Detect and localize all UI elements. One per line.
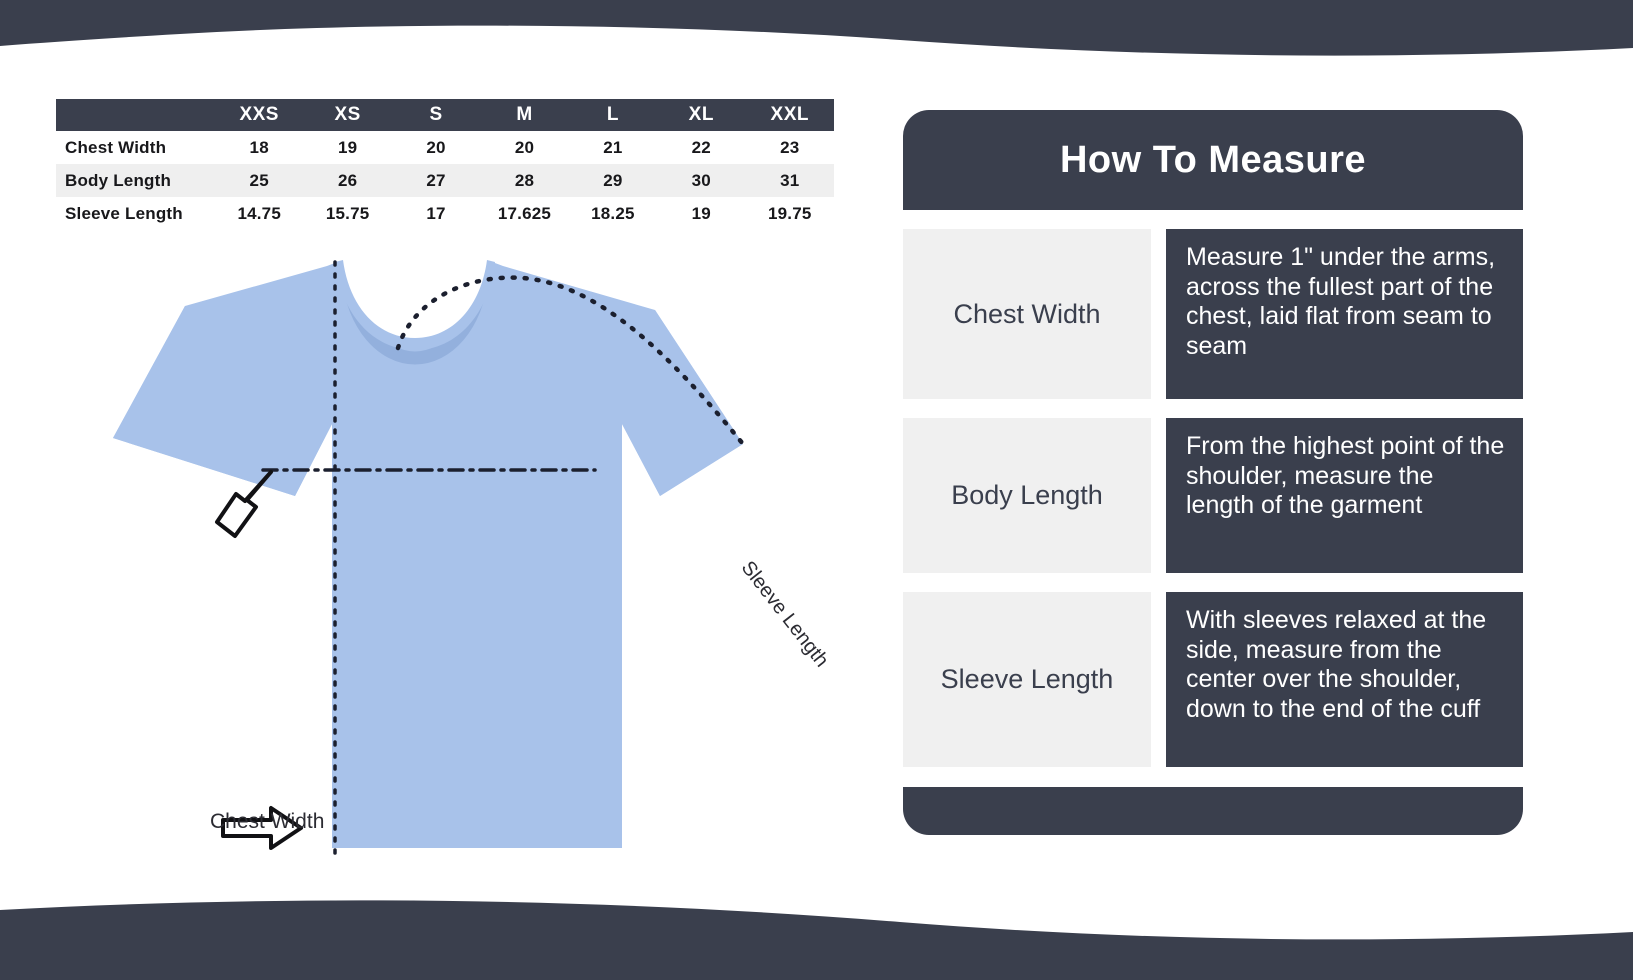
size-header-m: M bbox=[480, 99, 569, 131]
cell-chest-width-m: 20 bbox=[480, 131, 569, 164]
cell-body-length-xxs: 25 bbox=[215, 164, 304, 197]
size-header-xxs: XXS bbox=[215, 99, 304, 131]
measure-item-sleeve-length: Sleeve Length With sleeves relaxed at th… bbox=[903, 592, 1523, 767]
measure-description-sleeve-length: With sleeves relaxed at the side, measur… bbox=[1166, 592, 1523, 767]
cell-chest-width-xl: 22 bbox=[657, 131, 746, 164]
size-table-body: Chest Width 18 19 20 20 21 22 23 Body Le… bbox=[56, 131, 834, 230]
cell-chest-width-xxl: 23 bbox=[745, 131, 834, 164]
row-label-body-length: Body Length bbox=[56, 164, 215, 197]
measure-term-sleeve-length: Sleeve Length bbox=[903, 592, 1151, 767]
size-header-l: L bbox=[568, 99, 658, 131]
cell-chest-width-xs: 19 bbox=[303, 131, 392, 164]
chest-width-diagram-label: Chest Width bbox=[210, 810, 325, 833]
tshirt-diagram: Chest Width Body length Sleeve Length bbox=[95, 248, 833, 868]
cell-sleeve-length-l: 18.25 bbox=[568, 197, 658, 230]
cell-body-length-l: 29 bbox=[568, 164, 658, 197]
cell-sleeve-length-s: 17 bbox=[391, 197, 481, 230]
size-header-xs: XS bbox=[303, 99, 392, 131]
how-to-measure-header: How To Measure bbox=[903, 110, 1523, 210]
top-wave-decoration bbox=[0, 0, 1633, 56]
cell-sleeve-length-m: 17.625 bbox=[480, 197, 569, 230]
size-chart-table: XXS XS S M L XL XXL Chest Width 18 19 20… bbox=[56, 99, 834, 230]
table-row: Sleeve Length 14.75 15.75 17 17.625 18.2… bbox=[56, 197, 834, 230]
size-chart-page: XXS XS S M L XL XXL Chest Width 18 19 20… bbox=[0, 0, 1633, 980]
cell-body-length-xs: 26 bbox=[303, 164, 392, 197]
measure-description-body-length: From the highest point of the shoulder, … bbox=[1166, 418, 1523, 573]
row-label-sleeve-length: Sleeve Length bbox=[56, 197, 215, 230]
cell-body-length-m: 28 bbox=[480, 164, 569, 197]
cell-body-length-s: 27 bbox=[391, 164, 481, 197]
table-row: Body Length 25 26 27 28 29 30 31 bbox=[56, 164, 834, 197]
measure-item-body-length: Body Length From the highest point of th… bbox=[903, 418, 1523, 573]
table-row: Chest Width 18 19 20 20 21 22 23 bbox=[56, 131, 834, 164]
measure-item-chest-width: Chest Width Measure 1" under the arms, a… bbox=[903, 229, 1523, 399]
cell-sleeve-length-xxl: 19.75 bbox=[745, 197, 834, 230]
how-to-measure-panel: How To Measure Chest Width Measure 1" un… bbox=[903, 110, 1523, 835]
cell-body-length-xl: 30 bbox=[657, 164, 746, 197]
cell-sleeve-length-xs: 15.75 bbox=[303, 197, 392, 230]
size-table-header: XXS XS S M L XL XXL bbox=[56, 99, 834, 131]
tshirt-illustration-svg bbox=[113, 248, 746, 858]
size-header-xl: XL bbox=[657, 99, 746, 131]
size-header-s: S bbox=[391, 99, 481, 131]
size-header-xxl: XXL bbox=[745, 99, 834, 131]
chest-width-arrow-icon bbox=[215, 470, 273, 538]
cell-body-length-xxl: 31 bbox=[745, 164, 834, 197]
cell-sleeve-length-xl: 19 bbox=[657, 197, 746, 230]
cell-chest-width-s: 20 bbox=[391, 131, 481, 164]
bottom-wave-decoration bbox=[0, 900, 1633, 980]
cell-chest-width-xxs: 18 bbox=[215, 131, 304, 164]
how-to-measure-footer-bar bbox=[903, 787, 1523, 835]
size-table-header-row: XXS XS S M L XL XXL bbox=[56, 99, 834, 131]
tshirt-right-sleeve bbox=[622, 310, 743, 496]
row-label-chest-width: Chest Width bbox=[56, 131, 215, 164]
page-title: How To Measure bbox=[1059, 138, 1367, 181]
measure-term-chest-width: Chest Width bbox=[903, 229, 1151, 399]
measure-term-body-length: Body Length bbox=[903, 418, 1151, 573]
measure-description-chest-width: Measure 1" under the arms, across the fu… bbox=[1166, 229, 1523, 399]
cell-sleeve-length-xxs: 14.75 bbox=[215, 197, 304, 230]
cell-chest-width-l: 21 bbox=[568, 131, 658, 164]
size-table-corner-cell bbox=[56, 99, 215, 131]
